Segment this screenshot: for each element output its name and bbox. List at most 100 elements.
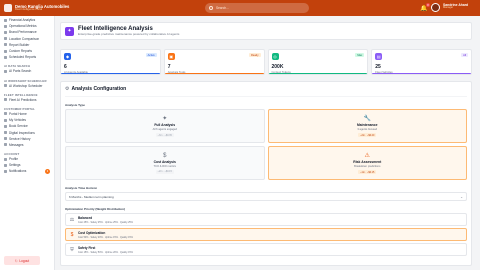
analysis-type-risk[interactable]: ⚠ Risk Assessment Breakdown predictions … (267, 146, 467, 180)
brand-logo-icon (4, 4, 12, 12)
time-horizon-value: 6 Months - Medium term planning (69, 194, 114, 199)
stat-accent-bar (372, 72, 471, 74)
star-icon (4, 30, 7, 34)
calendar-icon (4, 55, 7, 59)
ai-brain-icon: ✦ (65, 26, 74, 36)
clipboard-icon (4, 131, 7, 135)
stat-tag: All (461, 53, 468, 57)
calendar-icon (4, 124, 7, 128)
stat-accent-bar (61, 72, 160, 74)
wrench-icon: 🔧 (363, 116, 371, 122)
sidebar-item-scheduled-reports[interactable]: Scheduled Reports (0, 54, 54, 60)
priority-label: Optimization Priority (Weight Distributi… (65, 207, 125, 211)
sidebar-section-ai-workshop: AI WORKSHOP SCHEDULER (4, 78, 47, 83)
chart-icon (4, 18, 7, 22)
analysis-type-maintenance[interactable]: 🔧 Maintenance 3 agents focused ~2m · ~$0… (267, 109, 467, 143)
sidebar-item-ai-workshop-scheduler[interactable]: AI Workshop Scheduler (0, 83, 54, 89)
gear-icon: ⚙ (65, 86, 70, 92)
priority-weights: Cost 15% · Safety 50% · Uptime 20% · Qua… (78, 250, 133, 254)
analysis-type-desc: 3 agents focused (357, 128, 378, 131)
brand[interactable]: Demo Ranglia Automobiles Fleet Intellige… (4, 4, 74, 12)
search-icon (4, 69, 7, 73)
priority-name: Balanced (78, 215, 93, 220)
notification-count-badge: 8 (426, 3, 430, 7)
priority-weights: Cost 50% · Safety 20% · Uptime 15% · Qua… (78, 235, 133, 239)
history-icon (4, 137, 7, 141)
sidebar-item-fleet-ai-predictions[interactable]: Fleet AI Predictions (0, 97, 54, 103)
main-content: ✦ Fleet Intelligence Analysis Enterprise… (60, 22, 472, 266)
logout-button[interactable]: ⎋ Logout (4, 256, 40, 265)
file-icon (4, 49, 7, 53)
priority-option-balanced[interactable]: ⚖ Balanced Cost 25% · Safety 25% · Uptim… (65, 213, 467, 226)
analysis-type-name: Full Analysis (154, 123, 176, 127)
truck-icon (4, 98, 7, 102)
notifications-badge: 3 (45, 168, 50, 174)
sidebar-item-messages[interactable]: Messages (0, 142, 54, 148)
scale-icon: ⚖ (69, 216, 75, 223)
analysis-type-cost[interactable]: $ Cost Analysis TCO & ROI metrics ~2m · … (65, 146, 265, 180)
analysis-type-estimate: ~3m · ~$0.35 (155, 133, 174, 137)
dollar-icon: $ (163, 152, 167, 159)
page-subtitle: Enterprise-grade predictive maintenance … (78, 32, 180, 36)
sidebar: Financial Analytics Operational Metrics … (0, 16, 55, 270)
priority-option-safety-first[interactable]: ⛨ Safety First Cost 15% · Safety 50% · U… (65, 243, 467, 256)
message-icon (4, 143, 7, 147)
robot-icon: ◆ (64, 53, 71, 60)
wrench-icon (4, 84, 7, 88)
analysis-type-label: Analysis Type (65, 103, 85, 107)
user-icon (4, 157, 7, 161)
analysis-type-grid: ✦ Full Analysis All 6 agents engaged ~3m… (65, 109, 467, 180)
stats-row: ◆ Active 6 AI Agents Available ▣ Ready 7… (60, 49, 472, 75)
avatar[interactable] (431, 3, 440, 12)
analysis-type-full[interactable]: ✦ Full Analysis All 6 agents engaged ~3m… (65, 109, 265, 143)
stat-card: ▤ All 25 Fleet Vehicles (371, 49, 472, 75)
analysis-type-desc: All 6 agents engaged (152, 128, 177, 131)
time-horizon-label: Analysis Time Horizon (65, 186, 98, 190)
analysis-type-desc: Breakdown predictions (354, 165, 381, 168)
shield-icon: ⛨ (70, 246, 74, 253)
search-placeholder: Search... (216, 6, 229, 10)
stat-card: ▣ Ready 7 Analysis Tools (163, 49, 265, 75)
stat-card: ◎ Max 200K Context Tokens (267, 49, 369, 75)
stat-accent-bar (164, 72, 264, 74)
analysis-type-desc: TCO & ROI metrics (153, 164, 176, 168)
car-icon (4, 118, 7, 122)
stat-tag: Active (145, 53, 157, 57)
bell-icon (4, 169, 7, 173)
brand-subtitle: Fleet Intelligence Portal (15, 7, 43, 11)
analysis-type-name: Cost Analysis (153, 159, 176, 164)
priority-name: Cost Optimization (78, 230, 106, 235)
sidebar-item-ai-parts-search[interactable]: AI Parts Search (0, 68, 54, 74)
sparkle-icon: ✦ (162, 116, 168, 122)
location-icon (4, 37, 7, 41)
warning-icon: ⚠ (364, 153, 370, 159)
page-header: ✦ Fleet Intelligence Analysis Enterprise… (60, 22, 472, 40)
logout-icon: ⎋ (14, 258, 18, 263)
analysis-type-name: Risk Assessment (353, 160, 382, 164)
gear-icon (4, 163, 7, 167)
time-horizon-select[interactable]: 6 Months - Medium term planning ⌄ (65, 192, 467, 201)
analysis-configuration-panel: ⚙ Analysis Configuration Analysis Type ✦ … (60, 81, 472, 266)
analysis-type-estimate: ~2m · ~$0.15 (155, 169, 174, 174)
search-input[interactable]: Search... (205, 3, 309, 13)
document-icon (4, 43, 7, 47)
stat-tag: Max (355, 53, 365, 57)
analysis-type-name: Maintenance (356, 123, 378, 127)
stat-tag: Ready (249, 53, 261, 57)
panel-title: Analysis Configuration (71, 86, 127, 92)
home-icon (4, 112, 7, 116)
analysis-type-estimate: ~2m · ~$0.20 (358, 133, 377, 137)
bell-icon[interactable]: 🔔 8 (420, 3, 430, 12)
priority-option-cost-optimization[interactable]: $ Cost Optimization Cost 50% · Safety 20… (65, 228, 467, 241)
analysis-type-estimate: ~1m · ~$0.15 (358, 170, 377, 174)
vehicle-icon: ▤ (375, 53, 383, 60)
token-icon: ◎ (271, 53, 279, 60)
stat-accent-bar (268, 72, 368, 74)
tools-icon: ▣ (167, 53, 175, 60)
gauge-icon (4, 24, 7, 28)
chevron-down-icon: ⌄ (460, 194, 463, 199)
priority-weights: Cost 25% · Safety 25% · Uptime 25% · Qua… (78, 220, 133, 224)
sidebar-item-notifications[interactable]: Notifications 3 (0, 168, 54, 174)
stat-card: ◆ Active 6 AI Agents Available (60, 49, 161, 75)
user-menu[interactable]: Sandrine Ahard Manager (443, 3, 468, 11)
